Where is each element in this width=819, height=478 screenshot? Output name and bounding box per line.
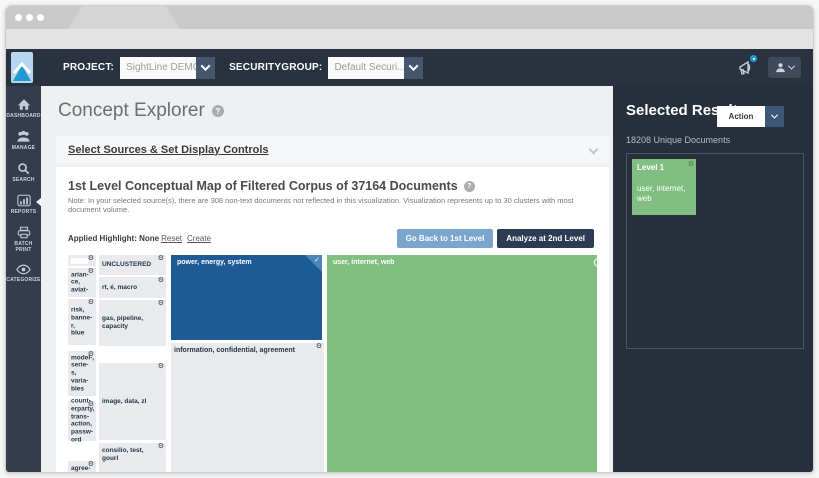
check-icon: ✓	[594, 258, 597, 267]
create-highlight-link[interactable]: Create	[187, 234, 211, 243]
project-select[interactable]: SightLine DEMO	[120, 57, 196, 79]
chevron-down-icon	[201, 61, 211, 71]
cluster-tile[interactable]: agree-ment, llc, asset ⚙	[68, 461, 96, 473]
window-control-icon[interactable]	[26, 14, 33, 21]
gear-icon[interactable]: ⚙	[88, 351, 94, 359]
cluster-tile[interactable]: UNCLUSTERED ⚙	[99, 255, 166, 275]
cluster-tile[interactable]: consilio, test, gourl ⚙	[99, 443, 166, 473]
applied-highlight-label: Applied Highlight: None	[68, 234, 159, 243]
gear-icon[interactable]: ⚙	[88, 299, 94, 307]
securitygroup-label: SECURITYGROUP:	[229, 62, 322, 73]
help-icon[interactable]: ?	[464, 181, 475, 192]
sidebar-item-categorize[interactable]: CATEGORIZE	[6, 259, 41, 289]
project-select-chevron[interactable]	[196, 57, 215, 79]
gear-icon[interactable]: ⚙	[158, 443, 164, 451]
selected-level-tile[interactable]: Level 1 ⚙ user, internet, web	[632, 159, 696, 215]
gear-icon[interactable]: ⚙	[688, 161, 694, 169]
left-sidebar: DASHBOARD MANAGE SEARC	[6, 86, 41, 473]
gear-icon[interactable]: ⚙	[316, 343, 322, 351]
notifications-button[interactable]	[736, 58, 756, 78]
securitygroup-select-chevron[interactable]	[404, 57, 423, 79]
cluster-tile[interactable]: arian-ce, aviat- ⚙	[68, 268, 96, 297]
go-back-1st-level-button[interactable]: Go Back to 1st Level	[397, 229, 494, 248]
printer-icon	[17, 226, 31, 239]
sidebar-item-reports[interactable]: REPORTS	[6, 189, 41, 221]
help-icon[interactable]: ?	[212, 105, 224, 117]
selected-results-box: Level 1 ⚙ user, internet, web	[626, 153, 804, 349]
check-icon: ✓	[314, 256, 320, 264]
chevron-down-icon	[589, 145, 599, 155]
page-title: Concept Explorer ?	[58, 100, 224, 122]
gear-icon[interactable]: ⚙	[88, 461, 94, 469]
notification-badge	[749, 54, 758, 63]
concept-map-panel: 1st Level Conceptual Map of Filtered Cor…	[56, 167, 609, 473]
concept-treemap: ⚙ arian-ce, aviat- ⚙ risk, banne-r, blue…	[68, 255, 597, 473]
sidebar-item-dashboard[interactable]: DASHBOARD	[6, 93, 41, 125]
users-icon	[16, 130, 31, 143]
chevron-down-icon	[771, 112, 778, 119]
app-navbar: PROJECT: SightLine DEMO SECURITYGROUP: D…	[6, 49, 813, 86]
gear-icon[interactable]: ⚙	[88, 268, 94, 276]
level-name: Level 1	[637, 163, 664, 172]
browser-titlebar	[6, 6, 813, 29]
bar-chart-icon	[17, 194, 31, 207]
cluster-tile-power-energy-system[interactable]: power, energy, system ✓	[171, 255, 322, 340]
window-control-icon[interactable]	[37, 14, 44, 21]
action-dropdown-button[interactable]	[765, 106, 784, 127]
search-icon	[17, 162, 30, 175]
chevron-down-icon	[788, 63, 795, 70]
eye-icon	[16, 264, 31, 275]
cluster-tile[interactable]: risk, banne-r, blue ⚙	[68, 299, 96, 345]
browser-tab[interactable]	[68, 6, 180, 29]
chevron-down-icon	[409, 61, 419, 71]
selected-results-panel: Selected Results Action 18208 Unique Doc…	[613, 86, 813, 473]
gear-icon[interactable]: ⚙	[88, 255, 94, 263]
sources-controls-toggle[interactable]: Select Sources & Set Display Controls	[56, 136, 609, 163]
person-icon	[775, 62, 786, 73]
redacted-label	[71, 258, 88, 264]
cluster-tile[interactable]: model-, serie-s, varia-bles ⚙	[68, 351, 96, 396]
cluster-tile[interactable]: ⚙	[68, 255, 96, 266]
map-title: 1st Level Conceptual Map of Filtered Cor…	[68, 179, 597, 193]
sidebar-item-batch-print[interactable]: BATCH PRINT	[6, 221, 41, 259]
sources-toggle-label[interactable]: Select Sources & Set Display Controls	[68, 144, 269, 156]
reset-highlight-link[interactable]: Reset	[161, 234, 182, 243]
home-icon	[17, 98, 31, 111]
main-content: Concept Explorer ? Select Sources & Set …	[41, 86, 613, 473]
analyze-2nd-level-button[interactable]: Analyze at 2nd Level	[497, 229, 594, 248]
gear-icon[interactable]: ⚙	[158, 300, 164, 308]
browser-addressbar[interactable]	[6, 29, 813, 49]
gear-icon[interactable]: ⚙	[88, 401, 94, 409]
sightline-logo-icon[interactable]	[11, 52, 33, 83]
user-menu-button[interactable]	[768, 57, 801, 78]
cluster-tile[interactable]: rt, é, macro ⚙	[99, 277, 166, 298]
map-note: Note: In your selected source(s), there …	[68, 196, 597, 214]
screenshot-stage: PROJECT: SightLine DEMO SECURITYGROUP: D…	[0, 0, 819, 478]
sidebar-item-manage[interactable]: MANAGE	[6, 125, 41, 157]
window-control-icon[interactable]	[15, 14, 22, 21]
sidebar-item-search[interactable]: SEARCH	[6, 157, 41, 189]
securitygroup-select[interactable]: Default Securi...	[328, 57, 404, 79]
level-cluster-label: user, internet, web	[637, 184, 688, 204]
gear-icon[interactable]: ⚙	[158, 255, 164, 263]
action-button[interactable]: Action	[717, 106, 765, 127]
project-label: PROJECT:	[63, 62, 114, 73]
cluster-tile[interactable]: image, data, zl ⚙	[99, 363, 166, 440]
cluster-tile[interactable]: count-erparty, trans-action, passw-ord ⚙	[68, 401, 96, 441]
cluster-tile-user-internet-web[interactable]: user, internet, web ✓	[327, 255, 597, 473]
cluster-tile-information-confidential[interactable]: information, confidential, agreement ⚙	[171, 343, 324, 473]
gear-icon[interactable]: ⚙	[158, 363, 164, 371]
gear-icon[interactable]: ⚙	[158, 277, 164, 285]
cluster-tile[interactable]: gas, pipeline, capacity ⚙	[99, 300, 166, 346]
unique-documents-count: 18208 Unique Documents	[626, 135, 730, 145]
browser-window: PROJECT: SightLine DEMO SECURITYGROUP: D…	[5, 5, 814, 473]
